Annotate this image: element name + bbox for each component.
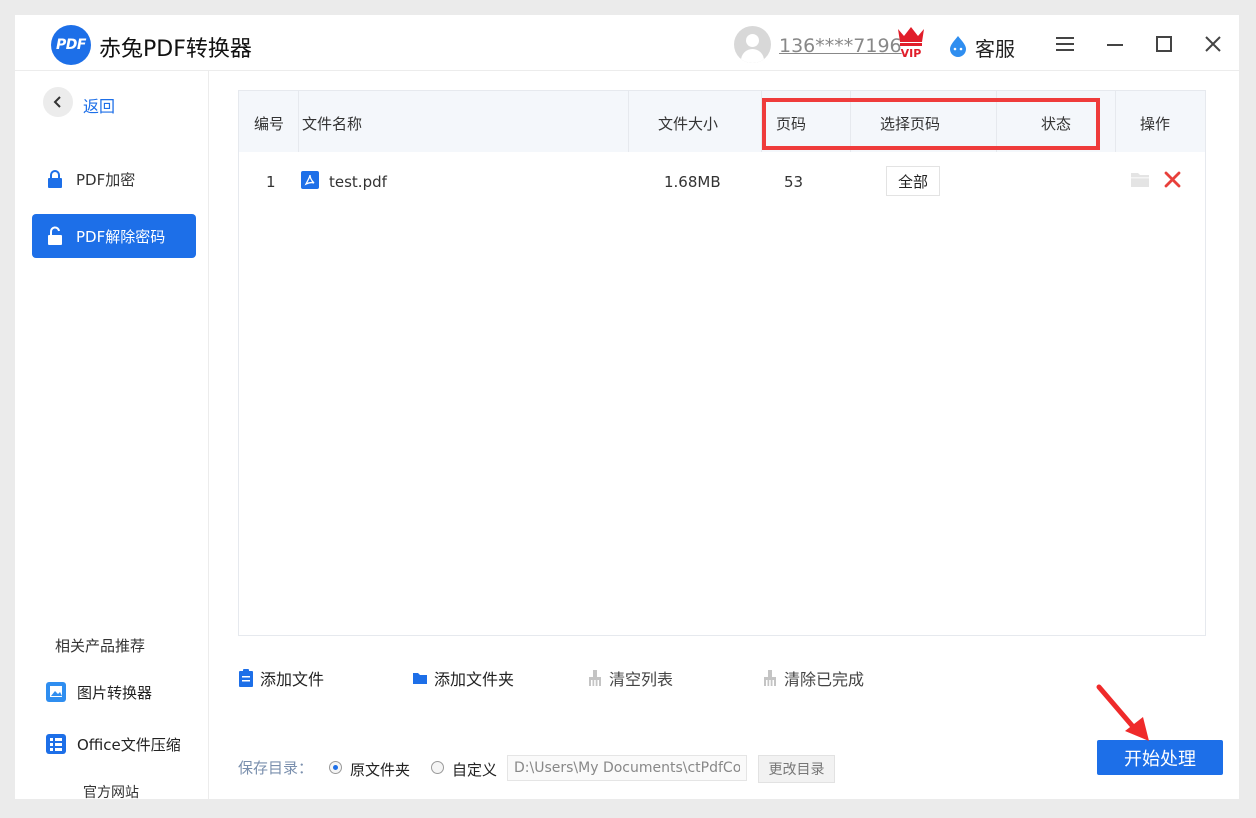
radio-custom-label[interactable]: 自定义 (452, 759, 497, 780)
maximize-icon[interactable] (1153, 33, 1175, 55)
save-dir-label: 保存目录： (238, 759, 314, 777)
radio-original-label[interactable]: 原文件夹 (350, 759, 410, 780)
logo-text: PDF (56, 37, 86, 53)
radio-original-folder[interactable] (329, 761, 342, 774)
clipboard-icon (239, 669, 253, 687)
start-process-button[interactable]: 开始处理 (1097, 740, 1223, 775)
sidebar: 返回 PDF加密 PDF解除密码 相关产品推荐 图片转换器 Office文件压缩… (15, 71, 209, 802)
open-folder-icon[interactable] (1130, 170, 1150, 188)
sidebar-item-pdf-decrypt[interactable]: PDF解除密码 (32, 214, 196, 258)
folder-icon (413, 673, 427, 684)
vip-crown-icon[interactable]: VIP (895, 25, 927, 59)
pdf-file-icon (301, 171, 319, 189)
clear-list-button[interactable]: 清空列表 (587, 666, 673, 690)
official-site-link[interactable]: 官方网站 (83, 782, 139, 802)
row-file-name: test.pdf (329, 173, 387, 191)
unlock-icon (48, 226, 62, 245)
change-dir-button[interactable]: 更改目录 (758, 755, 835, 783)
row-pages: 53 (784, 173, 804, 191)
app-window: PDF 赤兔PDF转换器 136****7196 VIP 客服 返回 PDF加密… (15, 15, 1239, 802)
menu-icon[interactable] (1054, 33, 1076, 55)
lock-icon (48, 170, 62, 188)
row-index: 1 (266, 173, 276, 191)
sidebar-item-label: PDF加密 (76, 170, 136, 189)
sidebar-item-label: PDF解除密码 (76, 227, 166, 246)
add-file-label: 添加文件 (260, 670, 325, 689)
col-name: 文件名称 (302, 115, 363, 133)
radio-custom-folder[interactable] (431, 761, 444, 774)
broom-icon (764, 670, 776, 686)
product-label: Office文件压缩 (77, 735, 181, 754)
customer-service-icon[interactable] (948, 35, 968, 57)
col-actions: 操作 (1140, 115, 1171, 133)
back-button[interactable] (43, 87, 73, 117)
product-office-compress[interactable]: Office文件压缩 (45, 733, 181, 755)
file-table: 编号 文件名称 文件大小 页码 选择页码 状态 操作 1 test.pdf 1.… (238, 90, 1206, 636)
minimize-icon[interactable] (1104, 33, 1126, 55)
red-arrow-annotation (1096, 684, 1149, 741)
chevron-left-icon (53, 96, 61, 108)
user-phone-link[interactable]: 136****7196 (779, 35, 902, 57)
sidebar-item-pdf-encrypt[interactable]: PDF加密 (32, 157, 196, 201)
app-logo: PDF (51, 25, 91, 65)
add-folder-button[interactable]: 添加文件夹 (412, 666, 514, 690)
list-icon (46, 734, 66, 754)
back-label[interactable]: 返回 (83, 93, 115, 117)
broom-icon (589, 670, 601, 686)
user-avatar[interactable] (734, 26, 771, 63)
select-pages-button[interactable]: 全部 (886, 166, 940, 196)
delete-icon[interactable] (1163, 170, 1182, 189)
customer-service-button[interactable]: 客服 (975, 33, 1015, 62)
highlight-box (762, 98, 1100, 150)
clear-done-label: 清除已完成 (784, 670, 865, 689)
col-index: 编号 (254, 115, 285, 133)
add-folder-label: 添加文件夹 (434, 670, 515, 689)
save-path-input[interactable] (507, 755, 747, 781)
product-label: 图片转换器 (77, 683, 153, 702)
close-icon[interactable] (1202, 33, 1224, 55)
col-size: 文件大小 (658, 115, 719, 133)
image-icon (46, 682, 66, 702)
related-products-title: 相关产品推荐 (55, 637, 146, 655)
row-file-size: 1.68MB (664, 173, 721, 191)
title-bar: PDF 赤兔PDF转换器 136****7196 VIP 客服 (15, 15, 1239, 71)
product-image-converter[interactable]: 图片转换器 (45, 681, 152, 703)
clear-done-button[interactable]: 清除已完成 (762, 666, 864, 690)
vip-label: VIP (901, 47, 922, 59)
app-title: 赤兔PDF转换器 (99, 37, 252, 62)
add-file-button[interactable]: 添加文件 (238, 666, 324, 690)
clear-list-label: 清空列表 (609, 670, 674, 689)
table-header: 编号 文件名称 文件大小 页码 选择页码 状态 操作 (239, 91, 1205, 152)
